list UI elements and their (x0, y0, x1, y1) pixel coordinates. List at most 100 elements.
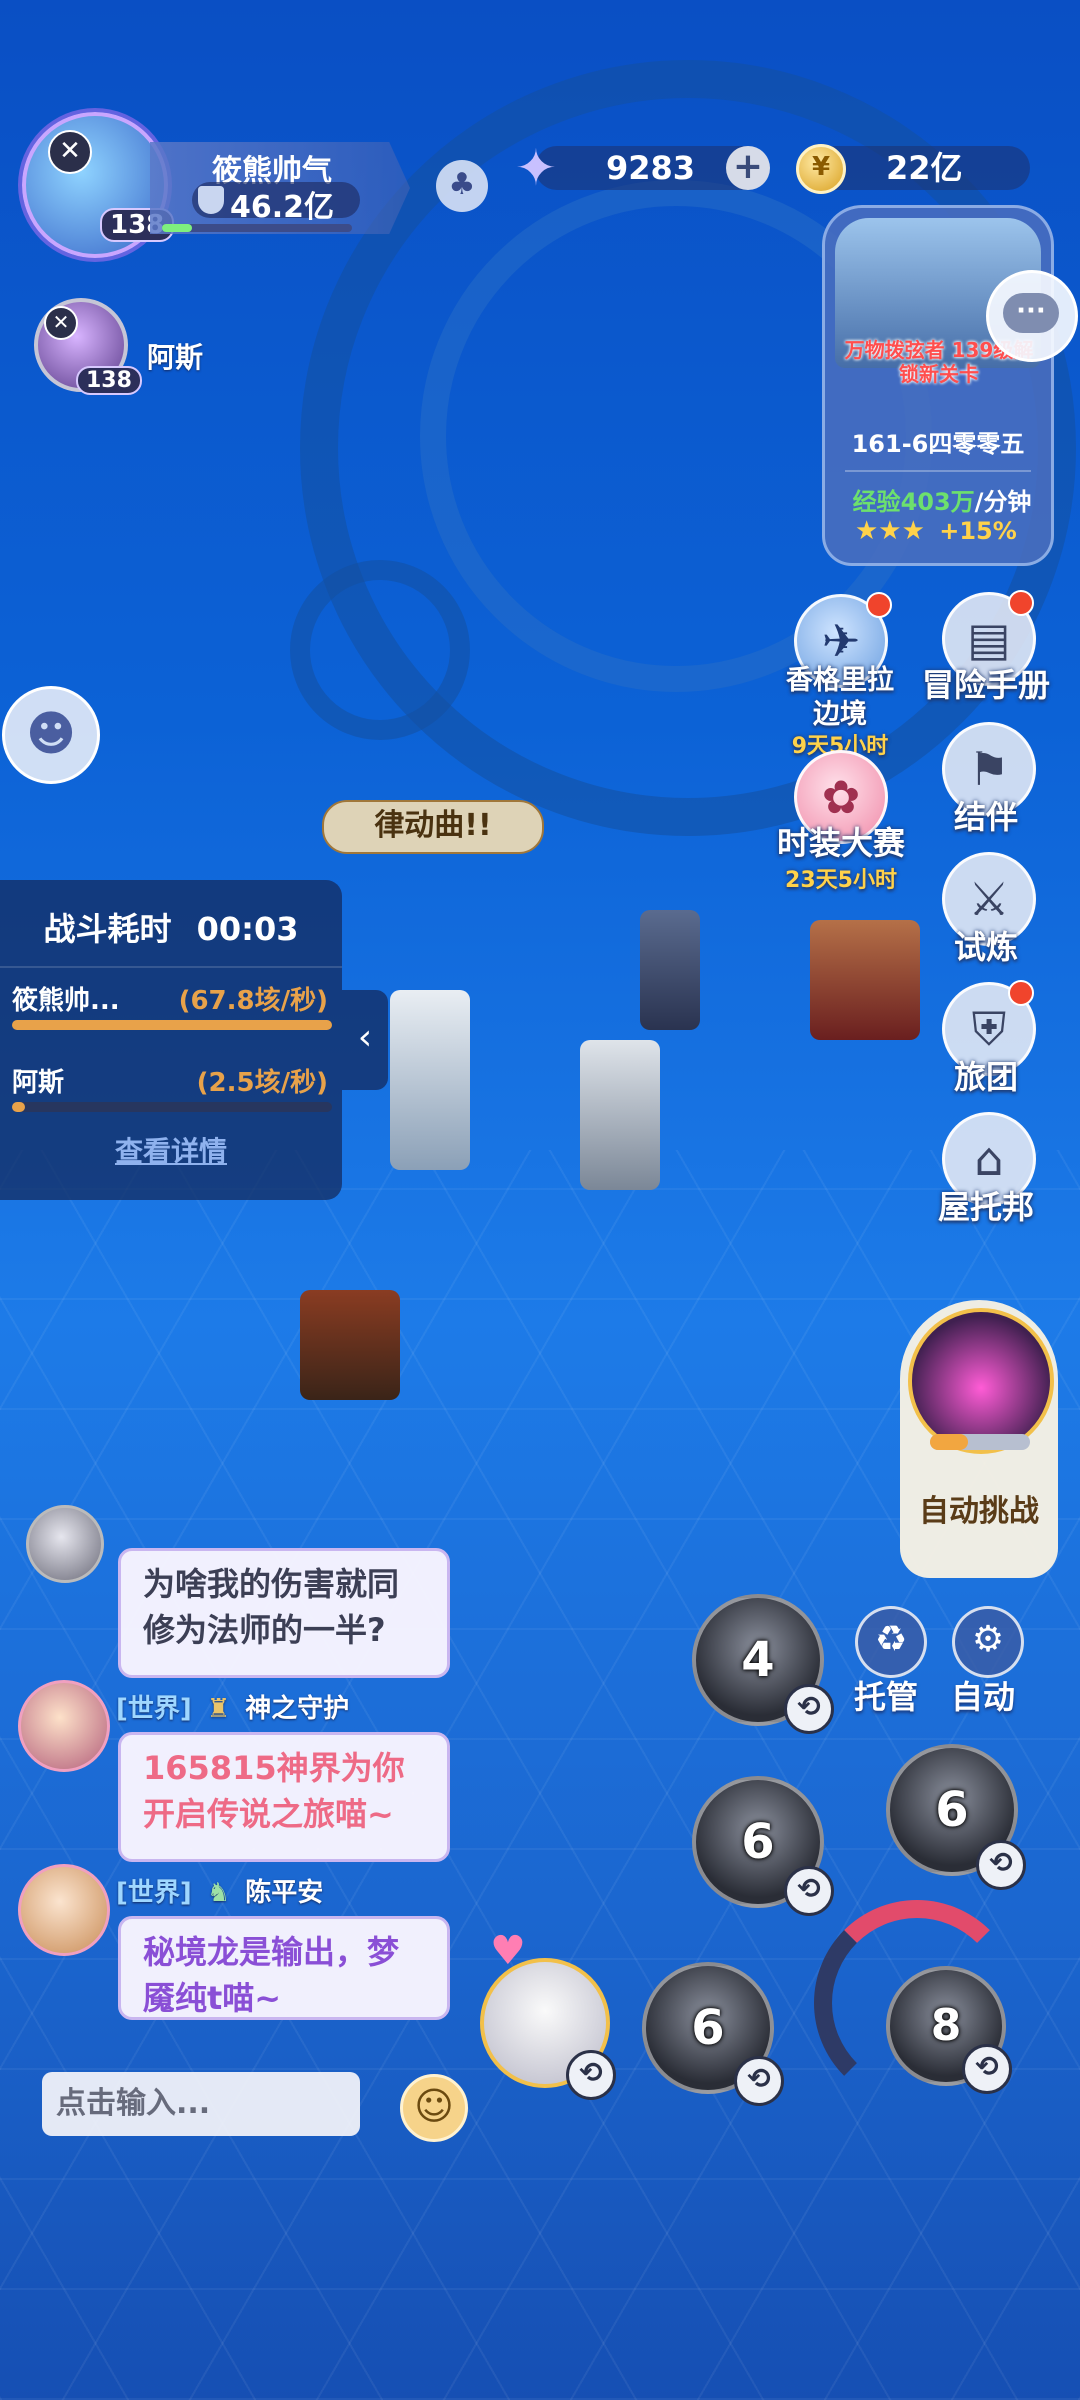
battle-divider (0, 966, 342, 968)
chat-sender: [世界] ♜ 神之守护 (116, 1688, 349, 1725)
hat-icon: ♜ (206, 1694, 231, 1724)
boss-progress-track (930, 1434, 1030, 1450)
exp-rate: 经验403万/分钟 (837, 482, 1047, 517)
chat-sender-name: 神之守护 (245, 1694, 350, 1724)
robot-assistant-button[interactable]: ☻ (2, 686, 100, 784)
character-fox-rider (810, 920, 920, 1040)
dragon-icon: ♞ (206, 1878, 231, 1908)
guild-label: 旅团 (953, 1058, 1018, 1096)
dps-bar-fill (12, 1020, 332, 1030)
exp-bonus: +15% (939, 517, 1017, 545)
house-label: 屋托邦 (937, 1188, 1034, 1226)
skill-cooldown: 4 (741, 1632, 775, 1688)
chat-avatar[interactable] (18, 1864, 110, 1956)
player-name-plate[interactable]: 筱熊帅气 46.2亿 (150, 142, 410, 234)
speech-bubble-icon: ··· (1003, 293, 1059, 333)
chat-sender-name: 陈平安 (245, 1878, 324, 1908)
battle-stats-panel: 战斗耗时 00:03 筱熊帅... (67.8垓/秒) 阿斯 (2.5垓/秒) … (0, 880, 342, 1200)
skill-cooldown: 6 (935, 1782, 969, 1838)
skill-cooldown: 6 (741, 1814, 775, 1870)
portal-ring-small (290, 560, 470, 740)
teammate-level-badge: 138 (76, 366, 142, 395)
player-power: 46.2亿 (230, 190, 335, 225)
view-details-link[interactable]: 查看详情 (0, 1130, 342, 1170)
collapse-panel-button[interactable]: ‹ (342, 990, 388, 1090)
character-dark-armor (640, 910, 700, 1030)
character-silver-knight (580, 1040, 660, 1190)
exp-unit: /分钟 (974, 488, 1032, 516)
star-icon: ✦ (515, 139, 557, 197)
combat-floating-label-text: 律动曲!! (374, 808, 492, 843)
auto-challenge-button[interactable]: 自动挑战 (900, 1300, 1058, 1578)
swap-skill-button[interactable]: ⟲ (976, 1840, 1026, 1890)
shield-icon (198, 186, 224, 214)
chat-message: 为啥我的伤害就同修为法师的一半? (118, 1548, 450, 1678)
hosting-button[interactable]: ♻ (855, 1606, 927, 1678)
companion-label: 结伴 (953, 798, 1018, 836)
player-avatar-emblem-icon: ✕ (48, 130, 92, 174)
auto-button[interactable]: ⚙ (952, 1606, 1024, 1678)
ultimate-charge-arc (814, 1900, 1020, 2106)
battle-time-value: 00:03 (196, 910, 299, 948)
combat-floating-label: 律动曲!! (322, 800, 544, 854)
gold-coin-icon: ¥ (796, 144, 846, 194)
fashion-contest-title: 时装大赛 (776, 824, 905, 862)
stage-name: 161-6四零零五 (851, 430, 1025, 458)
swap-skill-button[interactable]: ⟲ (784, 1684, 834, 1734)
swap-skill-button[interactable]: ⟲ (784, 1866, 834, 1916)
teammate-level: 138 (86, 368, 132, 393)
chat-channel: [世界] (116, 1694, 192, 1724)
swap-skill-button[interactable]: ⟲ (734, 2056, 784, 2106)
chat-avatar[interactable] (26, 1505, 104, 1583)
dps-bar-track (12, 1020, 332, 1030)
chat-bubble-button[interactable]: ··· (986, 270, 1078, 362)
adventure-handbook-label: 冒险手册 (921, 666, 1050, 704)
stage-stars: ★★★ +15% (855, 516, 1017, 546)
dps-row-value: (67.8垓/秒) (178, 986, 328, 1016)
stars-count: 9283 (606, 149, 696, 187)
teammate-emblem-icon: ✕ (44, 306, 78, 340)
handbook-red-dot (1008, 590, 1034, 616)
skill-cooldown: 6 (691, 2000, 725, 2056)
boss-portrait (908, 1308, 1054, 1454)
dps-row-value: (2.5垓/秒) (196, 1068, 328, 1098)
star-rating-icon: ★★★ (855, 516, 925, 546)
character-white-hair (390, 990, 470, 1170)
recycle-icon: ♻ (874, 1619, 908, 1660)
teammate-name: 阿斯 (147, 341, 204, 374)
boss-progress-fill (930, 1434, 968, 1450)
shangri-la-red-dot (866, 592, 892, 618)
emoji-button[interactable]: ☺ (400, 2074, 468, 2142)
stage-divider (845, 470, 1031, 472)
chat-avatar[interactable] (18, 1680, 110, 1772)
shangri-la-title-line2: 边境 (813, 699, 867, 730)
stage-card[interactable]: 万物拨弦者 139级解锁新关卡 161-6四零零五 经验403万/分钟 ★★★ … (822, 205, 1054, 566)
character-brown-creature (300, 1290, 400, 1400)
trial-label: 试炼 (953, 928, 1018, 966)
dps-row-name: 筱熊帅... (12, 986, 120, 1016)
cat-ears-icon: ♥ (490, 1928, 526, 1974)
chat-channel: [世界] (116, 1878, 192, 1908)
player-exp-fill (162, 224, 193, 232)
dps-row-name: 阿斯 (12, 1068, 65, 1098)
exp-label: 经验 (852, 488, 901, 516)
player-exp-bar (162, 224, 352, 232)
fashion-contest-timer: 23天5小时 (785, 868, 897, 893)
gear-icon: ⚙ (971, 1619, 1005, 1660)
chat-message: 秘境龙是输出，梦魇纯t喵~ (118, 1916, 450, 2020)
auto-challenge-label: 自动挑战 (919, 1494, 1039, 1529)
battle-time-label: 战斗耗时 (43, 910, 172, 948)
exp-value: 403万 (900, 488, 975, 516)
swap-character-button[interactable]: ⟲ (566, 2050, 616, 2100)
auto-label: 自动 (951, 1678, 1016, 1716)
dps-bar-fill (12, 1102, 25, 1112)
mushroom-icon[interactable]: ♣ (436, 160, 488, 212)
battle-time-row: 战斗耗时 00:03 (0, 904, 342, 950)
add-stars-button[interactable]: + (726, 146, 770, 190)
dps-bar-track (12, 1102, 332, 1112)
chat-sender: [世界] ♞ 陈平安 (116, 1872, 323, 1909)
chat-input[interactable]: 点击输入... (42, 2072, 360, 2136)
guild-red-dot (1008, 980, 1034, 1006)
hosting-label: 托管 (854, 1678, 919, 1716)
chat-message: 165815神界为你开启传说之旅喵~ (118, 1732, 450, 1862)
